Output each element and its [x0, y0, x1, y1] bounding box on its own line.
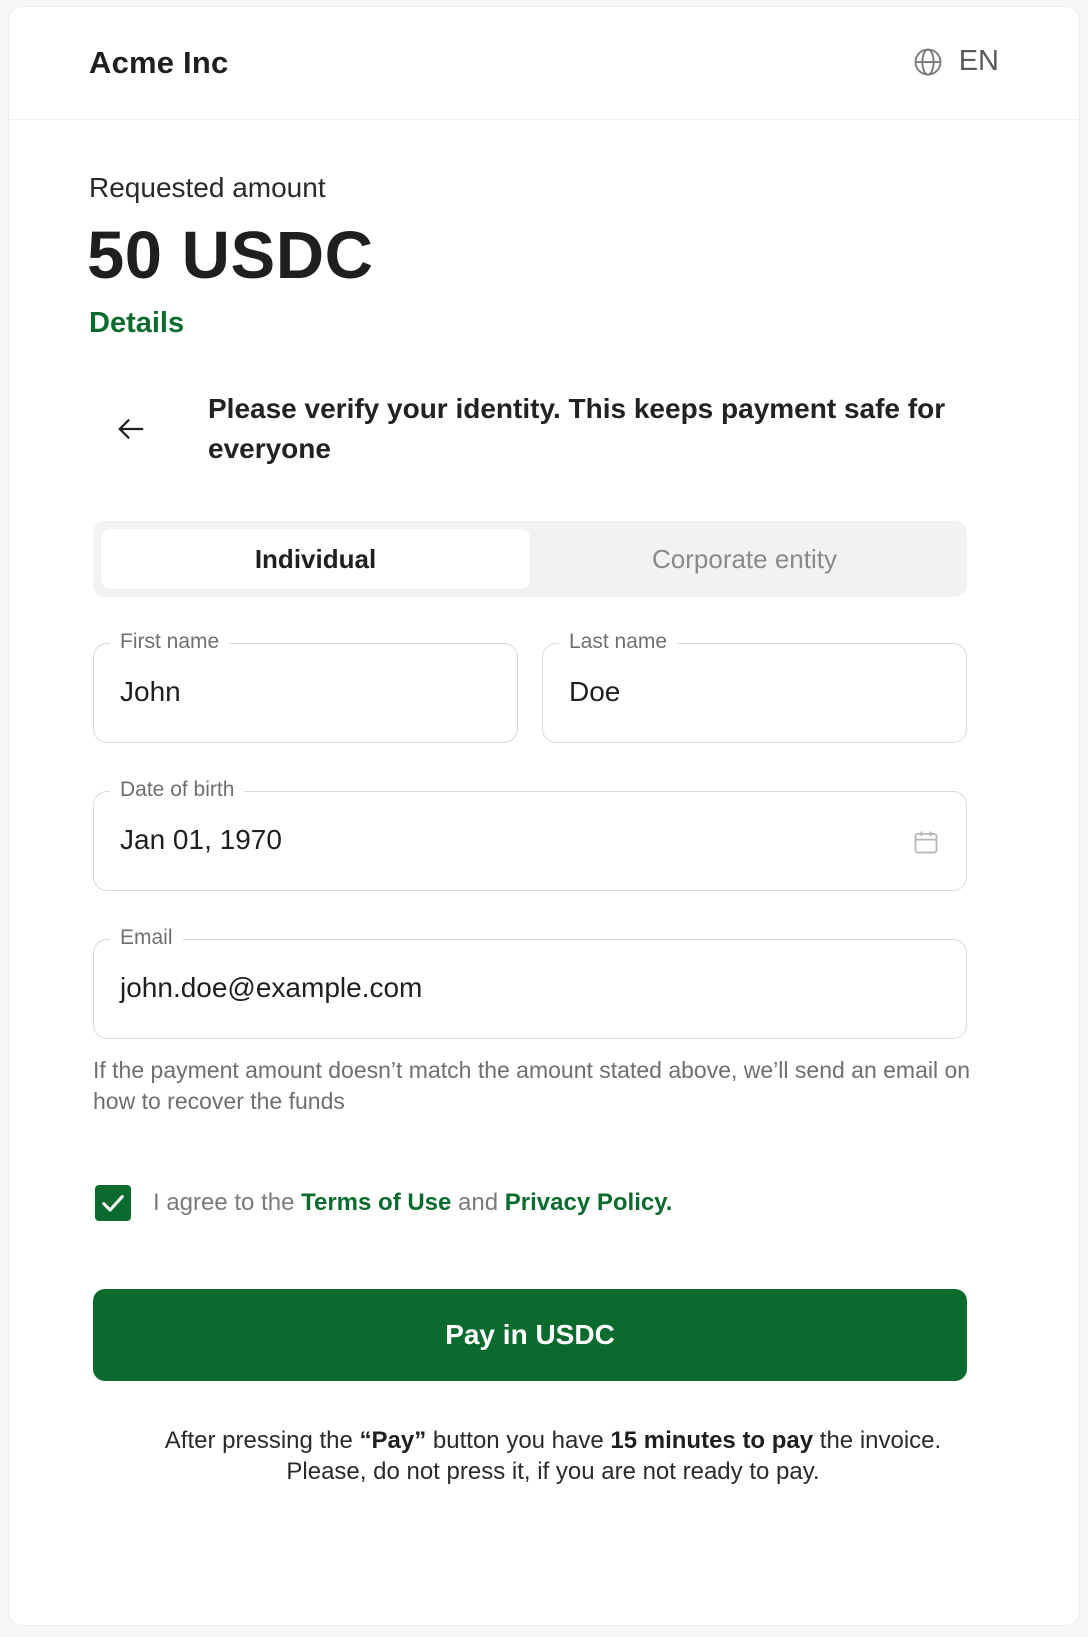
- payment-card: Acme Inc EN Requested amount 50 USDC Det…: [8, 6, 1080, 1626]
- entity-type-tabs: Individual Corporate entity: [93, 521, 967, 597]
- date-of-birth-field[interactable]: Date of birth Jan 01, 1970: [93, 778, 967, 891]
- email-field[interactable]: Email john.doe@example.com: [93, 926, 967, 1039]
- header: Acme Inc EN: [9, 7, 1079, 120]
- tab-individual[interactable]: Individual: [101, 529, 530, 589]
- agreement-middle: and: [451, 1189, 505, 1216]
- date-of-birth-value: Jan 01, 1970: [120, 824, 282, 855]
- calendar-icon[interactable]: [912, 828, 940, 856]
- language-code: EN: [958, 45, 999, 77]
- refund-hint: If the payment amount doesn’t match the …: [93, 1057, 971, 1114]
- details-link[interactable]: Details: [89, 307, 184, 340]
- agreement-text: I agree to the Terms of Use and Privacy …: [153, 1189, 672, 1217]
- terms-of-use-link[interactable]: Terms of Use: [301, 1189, 451, 1216]
- requested-amount-value: 50 USDC: [87, 218, 374, 293]
- email-value: john.doe@example.com: [120, 972, 423, 1003]
- globe-icon: [914, 48, 942, 75]
- footer-text-a: After pressing the: [164, 1427, 360, 1454]
- language-selector[interactable]: EN: [913, 45, 999, 78]
- verify-identity-message: Please verify your identity. This keeps …: [208, 393, 946, 464]
- first-name-label: First name: [110, 630, 230, 654]
- requested-amount-label: Requested amount: [89, 172, 326, 203]
- tab-corporate-entity[interactable]: Corporate entity: [530, 529, 959, 589]
- last-name-field[interactable]: Last name Doe: [542, 630, 967, 743]
- last-name-value: Doe: [569, 676, 621, 707]
- last-name-label: Last name: [559, 630, 678, 654]
- arrow-left-icon: [118, 419, 144, 439]
- privacy-policy-link[interactable]: Privacy Policy.: [505, 1189, 673, 1216]
- footer-time-limit: 15 minutes to pay: [610, 1427, 814, 1454]
- footer-text-c: button you have: [426, 1427, 611, 1454]
- payment-timer-line-1: After pressing the “Pay” button you have…: [49, 1425, 1057, 1456]
- footer-pay-quote: “Pay”: [359, 1427, 427, 1454]
- agree-checkbox[interactable]: [95, 1185, 131, 1221]
- pay-button[interactable]: Pay in USDC: [93, 1289, 967, 1381]
- payment-timer-note: After pressing the “Pay” button you have…: [49, 1425, 1057, 1487]
- footer-text-e: the invoice.: [813, 1427, 942, 1454]
- date-of-birth-label: Date of birth: [110, 778, 245, 802]
- agreement-prefix: I agree to the: [153, 1189, 302, 1216]
- first-name-field[interactable]: First name John: [93, 630, 518, 743]
- brand-name: Acme Inc: [89, 45, 229, 80]
- email-label: Email: [110, 926, 183, 950]
- agreement-row: I agree to the Terms of Use and Privacy …: [95, 1185, 672, 1221]
- back-button[interactable]: [109, 407, 153, 451]
- first-name-value: John: [120, 676, 181, 707]
- payment-timer-line-2: Please, do not press it, if you are not …: [286, 1458, 820, 1485]
- checkmark-icon: [102, 1195, 124, 1212]
